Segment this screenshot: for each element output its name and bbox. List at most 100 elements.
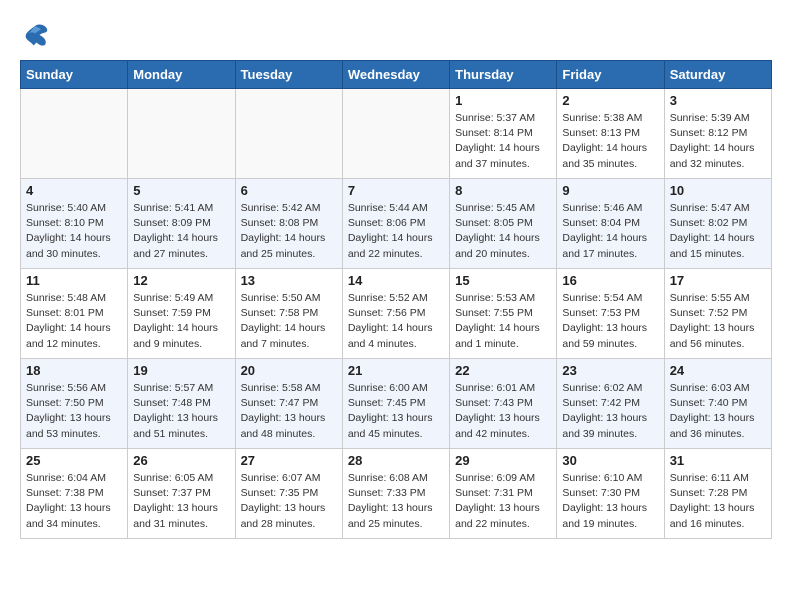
day-info: Sunrise: 5:55 AMSunset: 7:52 PMDaylight:… <box>670 291 766 352</box>
day-number: 4 <box>26 183 122 198</box>
day-info: Sunrise: 5:58 AMSunset: 7:47 PMDaylight:… <box>241 381 337 442</box>
calendar-cell <box>235 89 342 179</box>
day-number: 2 <box>562 93 658 108</box>
calendar-cell: 13 Sunrise: 5:50 AMSunset: 7:58 PMDayligh… <box>235 269 342 359</box>
day-number: 22 <box>455 363 551 378</box>
day-number: 21 <box>348 363 444 378</box>
day-info: Sunrise: 5:37 AMSunset: 8:14 PMDaylight:… <box>455 111 551 172</box>
calendar-cell <box>21 89 128 179</box>
day-number: 1 <box>455 93 551 108</box>
calendar-cell: 19 Sunrise: 5:57 AMSunset: 7:48 PMDayligh… <box>128 359 235 449</box>
day-number: 29 <box>455 453 551 468</box>
calendar-cell: 25 Sunrise: 6:04 AMSunset: 7:38 PMDayligh… <box>21 449 128 539</box>
day-info: Sunrise: 5:53 AMSunset: 7:55 PMDaylight:… <box>455 291 551 352</box>
calendar-cell: 29 Sunrise: 6:09 AMSunset: 7:31 PMDayligh… <box>450 449 557 539</box>
logo-icon <box>20 20 50 50</box>
calendar-cell <box>342 89 449 179</box>
weekday-header-row: SundayMondayTuesdayWednesdayThursdayFrid… <box>21 61 772 89</box>
day-number: 5 <box>133 183 229 198</box>
weekday-header-saturday: Saturday <box>664 61 771 89</box>
day-info: Sunrise: 6:00 AMSunset: 7:45 PMDaylight:… <box>348 381 444 442</box>
day-info: Sunrise: 5:57 AMSunset: 7:48 PMDaylight:… <box>133 381 229 442</box>
calendar-cell: 12 Sunrise: 5:49 AMSunset: 7:59 PMDayligh… <box>128 269 235 359</box>
day-number: 27 <box>241 453 337 468</box>
calendar-cell: 4 Sunrise: 5:40 AMSunset: 8:10 PMDaylight… <box>21 179 128 269</box>
day-info: Sunrise: 5:49 AMSunset: 7:59 PMDaylight:… <box>133 291 229 352</box>
week-row-2: 4 Sunrise: 5:40 AMSunset: 8:10 PMDaylight… <box>21 179 772 269</box>
day-number: 31 <box>670 453 766 468</box>
day-info: Sunrise: 6:03 AMSunset: 7:40 PMDaylight:… <box>670 381 766 442</box>
day-info: Sunrise: 5:38 AMSunset: 8:13 PMDaylight:… <box>562 111 658 172</box>
day-number: 30 <box>562 453 658 468</box>
day-info: Sunrise: 5:46 AMSunset: 8:04 PMDaylight:… <box>562 201 658 262</box>
calendar-cell: 9Sunrise: 5:46 AMSunset: 8:04 PMDaylight… <box>557 179 664 269</box>
day-number: 8 <box>455 183 551 198</box>
weekday-header-tuesday: Tuesday <box>235 61 342 89</box>
day-number: 10 <box>670 183 766 198</box>
day-info: Sunrise: 6:09 AMSunset: 7:31 PMDaylight:… <box>455 471 551 532</box>
day-number: 23 <box>562 363 658 378</box>
weekday-header-thursday: Thursday <box>450 61 557 89</box>
calendar-cell: 27Sunrise: 6:07 AMSunset: 7:35 PMDayligh… <box>235 449 342 539</box>
calendar-cell: 26Sunrise: 6:05 AMSunset: 7:37 PMDayligh… <box>128 449 235 539</box>
calendar-cell: 24Sunrise: 6:03 AMSunset: 7:40 PMDayligh… <box>664 359 771 449</box>
day-info: Sunrise: 5:52 AMSunset: 7:56 PMDaylight:… <box>348 291 444 352</box>
calendar-cell: 15 Sunrise: 5:53 AMSunset: 7:55 PMDayligh… <box>450 269 557 359</box>
day-number: 20 <box>241 363 337 378</box>
calendar-cell: 5 Sunrise: 5:41 AMSunset: 8:09 PMDaylight… <box>128 179 235 269</box>
day-info: Sunrise: 5:40 AMSunset: 8:10 PMDaylight:… <box>26 201 122 262</box>
day-number: 14 <box>348 273 444 288</box>
weekday-header-friday: Friday <box>557 61 664 89</box>
day-number: 7 <box>348 183 444 198</box>
day-number: 15 <box>455 273 551 288</box>
week-row-4: 18Sunrise: 5:56 AMSunset: 7:50 PMDayligh… <box>21 359 772 449</box>
day-info: Sunrise: 6:11 AMSunset: 7:28 PMDaylight:… <box>670 471 766 532</box>
day-number: 6 <box>241 183 337 198</box>
calendar-cell: 6 Sunrise: 5:42 AMSunset: 8:08 PMDaylight… <box>235 179 342 269</box>
calendar-cell: 16Sunrise: 5:54 AMSunset: 7:53 PMDayligh… <box>557 269 664 359</box>
day-number: 12 <box>133 273 229 288</box>
weekday-header-sunday: Sunday <box>21 61 128 89</box>
weekday-header-wednesday: Wednesday <box>342 61 449 89</box>
calendar-cell: 3Sunrise: 5:39 AMSunset: 8:12 PMDaylight… <box>664 89 771 179</box>
calendar-cell: 20 Sunrise: 5:58 AMSunset: 7:47 PMDayligh… <box>235 359 342 449</box>
week-row-5: 25 Sunrise: 6:04 AMSunset: 7:38 PMDayligh… <box>21 449 772 539</box>
calendar-cell: 14 Sunrise: 5:52 AMSunset: 7:56 PMDayligh… <box>342 269 449 359</box>
day-info: Sunrise: 6:04 AMSunset: 7:38 PMDaylight:… <box>26 471 122 532</box>
day-info: Sunrise: 5:48 AMSunset: 8:01 PMDaylight:… <box>26 291 122 352</box>
logo <box>20 20 54 50</box>
calendar-cell: 18Sunrise: 5:56 AMSunset: 7:50 PMDayligh… <box>21 359 128 449</box>
day-number: 26 <box>133 453 229 468</box>
day-number: 13 <box>241 273 337 288</box>
day-number: 16 <box>562 273 658 288</box>
day-info: Sunrise: 5:56 AMSunset: 7:50 PMDaylight:… <box>26 381 122 442</box>
calendar-cell: 21 Sunrise: 6:00 AMSunset: 7:45 PMDayligh… <box>342 359 449 449</box>
calendar-cell: 8 Sunrise: 5:45 AMSunset: 8:05 PMDaylight… <box>450 179 557 269</box>
calendar-cell: 1 Sunrise: 5:37 AMSunset: 8:14 PMDaylight… <box>450 89 557 179</box>
day-number: 19 <box>133 363 229 378</box>
week-row-1: 1 Sunrise: 5:37 AMSunset: 8:14 PMDaylight… <box>21 89 772 179</box>
calendar-cell: 23Sunrise: 6:02 AMSunset: 7:42 PMDayligh… <box>557 359 664 449</box>
day-number: 17 <box>670 273 766 288</box>
calendar-cell: 7 Sunrise: 5:44 AMSunset: 8:06 PMDaylight… <box>342 179 449 269</box>
day-number: 28 <box>348 453 444 468</box>
day-info: Sunrise: 6:01 AMSunset: 7:43 PMDaylight:… <box>455 381 551 442</box>
header <box>20 20 772 50</box>
day-info: Sunrise: 5:45 AMSunset: 8:05 PMDaylight:… <box>455 201 551 262</box>
day-info: Sunrise: 5:44 AMSunset: 8:06 PMDaylight:… <box>348 201 444 262</box>
day-info: Sunrise: 5:47 AMSunset: 8:02 PMDaylight:… <box>670 201 766 262</box>
calendar-body: 1 Sunrise: 5:37 AMSunset: 8:14 PMDaylight… <box>21 89 772 539</box>
calendar-cell: 30Sunrise: 6:10 AMSunset: 7:30 PMDayligh… <box>557 449 664 539</box>
calendar-cell: 22 Sunrise: 6:01 AMSunset: 7:43 PMDayligh… <box>450 359 557 449</box>
calendar-cell: 11Sunrise: 5:48 AMSunset: 8:01 PMDayligh… <box>21 269 128 359</box>
page: SundayMondayTuesdayWednesdayThursdayFrid… <box>0 0 792 549</box>
day-info: Sunrise: 5:50 AMSunset: 7:58 PMDaylight:… <box>241 291 337 352</box>
calendar-cell: 31 Sunrise: 6:11 AMSunset: 7:28 PMDayligh… <box>664 449 771 539</box>
day-info: Sunrise: 5:39 AMSunset: 8:12 PMDaylight:… <box>670 111 766 172</box>
calendar-table: SundayMondayTuesdayWednesdayThursdayFrid… <box>20 60 772 539</box>
day-number: 25 <box>26 453 122 468</box>
weekday-header-monday: Monday <box>128 61 235 89</box>
day-info: Sunrise: 5:42 AMSunset: 8:08 PMDaylight:… <box>241 201 337 262</box>
day-info: Sunrise: 6:08 AMSunset: 7:33 PMDaylight:… <box>348 471 444 532</box>
day-info: Sunrise: 5:41 AMSunset: 8:09 PMDaylight:… <box>133 201 229 262</box>
